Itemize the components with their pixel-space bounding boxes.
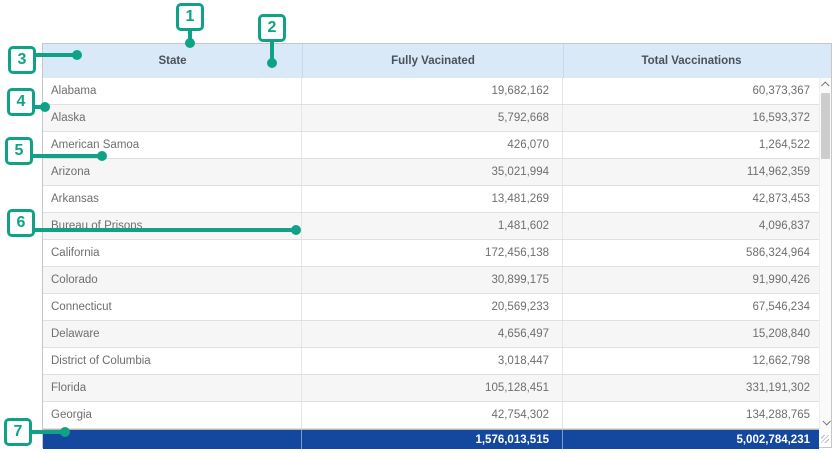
total-vaccinations-cell: 331,191,302	[563, 375, 819, 401]
state-cell: Delaware	[43, 321, 302, 347]
table-row[interactable]: Connecticut 20,569,233 67,546,234	[43, 294, 819, 321]
total-vaccinations-cell: 91,990,426	[563, 267, 819, 293]
callout-1-badge: 1	[176, 3, 204, 31]
table-row[interactable]: Bureau of Prisons 1,481,602 4,096,837	[43, 213, 819, 240]
callout-5-badge: 5	[5, 137, 33, 165]
total-vaccinations-cell: 134,288,765	[563, 402, 819, 428]
column-header-total-vaccinations[interactable]: Total Vaccinations	[563, 44, 819, 78]
callout-2-badge: 2	[258, 14, 286, 42]
fully-vacinated-cell: 13,481,269	[302, 186, 563, 212]
fully-vacinated-cell: 1,481,602	[302, 213, 563, 239]
state-cell: California	[43, 240, 302, 266]
fully-vacinated-cell: 30,899,175	[302, 267, 563, 293]
total-vaccinations-cell: 586,324,964	[563, 240, 819, 266]
column-header-state[interactable]: State	[43, 44, 302, 78]
callout-3-arm	[35, 53, 75, 57]
callout-5-arm	[31, 154, 101, 158]
table-row[interactable]: Delaware 4,656,497 15,208,840	[43, 321, 819, 348]
header-filler	[819, 44, 831, 78]
fully-vacinated-cell: 19,682,162	[302, 78, 563, 104]
state-cell: Alaska	[43, 105, 302, 131]
total-vaccinations-cell: 4,096,837	[563, 213, 819, 239]
total-vaccinations-cell: 16,593,372	[563, 105, 819, 131]
vaccinations-table: State Fully Vacinated Total Vaccinations…	[42, 43, 832, 448]
state-cell: Colorado	[43, 267, 302, 293]
callout-2-dot	[267, 58, 277, 68]
callout-1-dot	[185, 38, 195, 48]
scrollbar-thumb[interactable]	[821, 93, 830, 159]
fully-vacinated-cell: 105,128,451	[302, 375, 563, 401]
fully-vacinated-cell: 172,456,138	[302, 240, 563, 266]
table-row[interactable]: Colorado 30,899,175 91,990,426	[43, 267, 819, 294]
table-row[interactable]: Alaska 5,792,668 16,593,372	[43, 105, 819, 132]
fully-vacinated-cell: 35,021,994	[302, 159, 563, 185]
table-row[interactable]: Arizona 35,021,994 114,962,359	[43, 159, 819, 186]
callout-7-badge: 7	[4, 418, 32, 446]
fully-vacinated-cell: 4,656,497	[302, 321, 563, 347]
fully-vacinated-cell: 42,754,302	[302, 402, 563, 428]
total-vaccinations-cell: 42,873,453	[563, 186, 819, 212]
callout-5-dot	[97, 151, 107, 161]
total-fully-vacinated-cell: 1,576,013,515	[302, 430, 563, 449]
total-vaccinations-cell: 15,208,840	[563, 321, 819, 347]
callout-4-badge: 4	[7, 88, 35, 116]
table-row[interactable]: Georgia 42,754,302 134,288,765	[43, 402, 819, 429]
callout-6-badge: 6	[7, 209, 35, 237]
fully-vacinated-cell: 20,569,233	[302, 294, 563, 320]
fully-vacinated-cell: 3,018,447	[302, 348, 563, 374]
resize-grip-icon	[821, 435, 829, 443]
callout-7-arm	[30, 430, 64, 434]
total-state-cell	[43, 430, 302, 449]
state-cell: Alabama	[43, 78, 302, 104]
state-cell: Bureau of Prisons	[43, 213, 302, 239]
column-header-fully-vacinated[interactable]: Fully Vacinated	[302, 44, 563, 78]
callout-4-dot	[40, 102, 50, 112]
scroll-down-button[interactable]	[820, 415, 832, 429]
scroll-up-button[interactable]	[820, 78, 832, 92]
fully-vacinated-cell: 5,792,668	[302, 105, 563, 131]
callout-7-dot	[60, 427, 70, 437]
state-cell: Arkansas	[43, 186, 302, 212]
chevron-down-icon	[822, 417, 830, 425]
callout-6-dot	[291, 225, 301, 235]
table-header-row: State Fully Vacinated Total Vaccinations	[43, 44, 831, 78]
table-row[interactable]: California 172,456,138 586,324,964	[43, 240, 819, 267]
callout-3-badge: 3	[8, 46, 36, 74]
vaccination-table-screenshot: State Fully Vacinated Total Vaccinations…	[0, 0, 833, 453]
callout-3-dot	[72, 50, 82, 60]
table-total-row: 1,576,013,515 5,002,784,231	[43, 429, 819, 449]
state-cell: District of Columbia	[43, 348, 302, 374]
table-row[interactable]: District of Columbia 3,018,447 12,662,79…	[43, 348, 819, 375]
chevron-up-icon	[821, 81, 829, 89]
state-cell: Florida	[43, 375, 302, 401]
fully-vacinated-cell: 426,070	[302, 132, 563, 158]
vertical-scrollbar[interactable]	[819, 78, 831, 429]
callout-6-arm	[33, 228, 295, 232]
total-vaccinations-sum-cell: 5,002,784,231	[563, 430, 819, 449]
table-row[interactable]: Arkansas 13,481,269 42,873,453	[43, 186, 819, 213]
table-row[interactable]: Florida 105,128,451 331,191,302	[43, 375, 819, 402]
table-row[interactable]: American Samoa 426,070 1,264,522	[43, 132, 819, 159]
state-cell: Georgia	[43, 402, 302, 428]
total-vaccinations-cell: 60,373,367	[563, 78, 819, 104]
total-vaccinations-cell: 114,962,359	[563, 159, 819, 185]
table-body: Alabama 19,682,162 60,373,367 Alaska 5,7…	[43, 78, 831, 429]
total-vaccinations-cell: 12,662,798	[563, 348, 819, 374]
total-vaccinations-cell: 67,546,234	[563, 294, 819, 320]
state-cell: Arizona	[43, 159, 302, 185]
total-vaccinations-cell: 1,264,522	[563, 132, 819, 158]
table-row[interactable]: Alabama 19,682,162 60,373,367	[43, 78, 819, 105]
state-cell: Connecticut	[43, 294, 302, 320]
